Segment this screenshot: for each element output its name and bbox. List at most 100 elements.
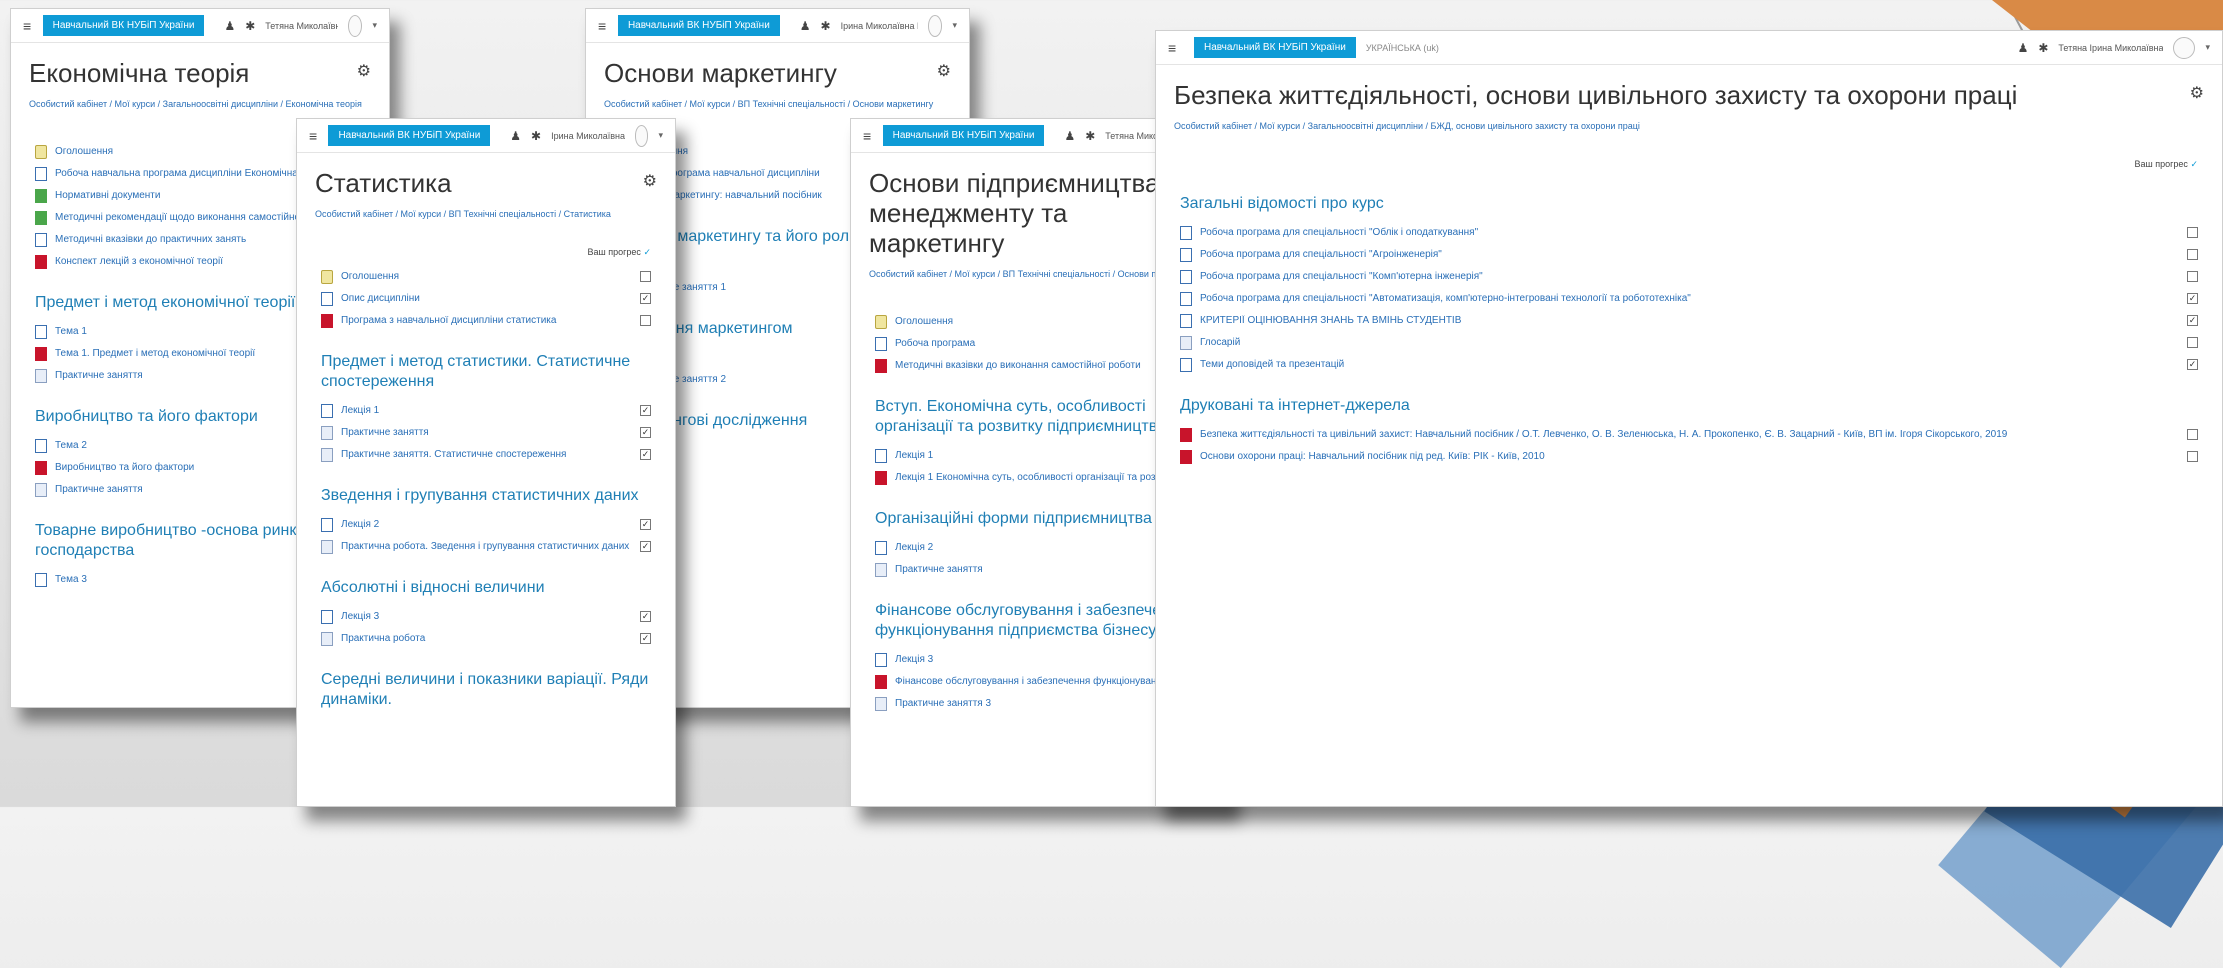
bell-icon[interactable]: ♟ [1064,129,1075,143]
section-title[interactable]: Загальні відомості про курс [1180,194,2198,214]
chevron-down-icon[interactable]: ▾ [658,130,663,141]
info-icon[interactable]: ✓ [643,247,651,257]
hamburger-icon[interactable]: ≡ [23,18,33,34]
hamburger-icon[interactable]: ≡ [598,18,608,34]
chevron-down-icon[interactable]: ▾ [2205,42,2210,53]
completion-checkbox[interactable] [2187,429,2198,441]
user-name[interactable]: Ірина Миколаївна Гончаренко [551,131,625,141]
info-icon[interactable]: ✓ [2190,159,2198,169]
hamburger-icon[interactable]: ≡ [309,128,318,144]
completion-checkbox[interactable]: ✓ [640,611,651,623]
activity-item[interactable]: Теми доповідей та презентацій ✓ [1180,357,2198,372]
site-brand-link[interactable]: Навчальний ВК НУБіП України [617,15,780,36]
completion-checkbox[interactable]: ✓ [640,293,651,305]
completion-checkbox[interactable] [2187,227,2198,239]
completion-checkbox[interactable] [2187,249,2198,261]
activity-link[interactable]: Опис дисципліни [341,293,632,304]
gear-icon[interactable]: ⚙ [937,61,951,81]
completion-checkbox[interactable] [2187,337,2198,349]
completion-checkbox[interactable]: ✓ [2187,359,2198,371]
completion-checkbox[interactable]: ✓ [640,633,651,645]
completion-checkbox[interactable]: ✓ [640,541,651,553]
activity-item[interactable]: Опис дисципліни ✓ [321,291,651,306]
activity-link[interactable]: Лекція 2 [341,519,632,530]
activity-item[interactable]: КРИТЕРІЇ ОЦІНЮВАННЯ ЗНАНЬ ТА ВМІНЬ СТУДЕ… [1180,313,2198,328]
activity-link[interactable]: Безпека життєдіяльності та цивільний зах… [1200,429,2179,440]
hamburger-icon[interactable]: ≡ [1168,40,1184,56]
activity-link[interactable]: Практична робота. Зведення і групування … [341,541,632,552]
site-brand-link[interactable]: Навчальний ВК НУБіП України [1194,37,1356,58]
avatar[interactable] [2173,36,2196,59]
completion-checkbox[interactable]: ✓ [2187,293,2198,305]
activity-link[interactable]: Практична робота [341,633,632,644]
chat-icon[interactable]: ✱ [531,129,541,143]
language-menu[interactable]: УКРАЇНСЬКА (uk) [1366,43,1439,53]
avatar[interactable] [928,14,943,37]
activity-link[interactable]: Глосарій [1200,337,2179,348]
section-title[interactable]: Середні величини і показники варіації. Р… [321,670,651,710]
chevron-down-icon[interactable]: ▾ [372,20,377,31]
completion-checkbox[interactable]: ✓ [640,405,651,417]
activity-link[interactable]: Практичне заняття. Статистичне спостереж… [341,449,632,460]
bell-icon[interactable]: ♟ [800,19,811,33]
user-name[interactable]: Тетяна Ірина Миколаївна [2058,43,2163,53]
completion-checkbox[interactable] [640,271,651,283]
activity-link[interactable]: Лекція 3 [341,611,632,622]
gear-icon[interactable]: ⚙ [643,171,657,191]
activity-link[interactable]: Лекція 1 [341,405,632,416]
activity-link[interactable]: Оголошення [341,271,632,282]
activity-item[interactable]: Оголошення [321,269,651,284]
gear-icon[interactable]: ⚙ [2190,83,2204,103]
activity-item[interactable]: Робоча програма для спеціальності "Автом… [1180,291,2198,306]
activity-item[interactable]: Лекція 3 ✓ [321,609,651,624]
activity-item[interactable]: Практична робота ✓ [321,631,651,646]
user-name[interactable]: Тетяна Миколаївна Удовенко [265,21,338,31]
completion-checkbox[interactable]: ✓ [640,427,651,439]
section-title[interactable]: Абсолютні і відносні величини [321,578,651,598]
activity-link[interactable]: КРИТЕРІЇ ОЦІНЮВАННЯ ЗНАНЬ ТА ВМІНЬ СТУДЕ… [1200,315,2179,326]
chat-icon[interactable]: ✱ [2038,41,2048,55]
activity-item[interactable]: Практичне заняття. Статистичне спостереж… [321,447,651,462]
gear-icon[interactable]: ⚙ [357,61,371,81]
bell-icon[interactable]: ♟ [224,19,235,33]
section-title[interactable]: Друковані та інтернет-джерела [1180,396,2198,416]
activity-link[interactable]: Робоча програма для спеціальності "Автом… [1200,293,2179,304]
activity-link[interactable]: Теми доповідей та презентацій [1200,359,2179,370]
activity-item[interactable]: Робоча програма для спеціальності "Комп'… [1180,269,2198,284]
completion-checkbox[interactable]: ✓ [640,519,651,531]
activity-link[interactable]: Програма з навчальної дисципліни статист… [341,315,632,326]
activity-item[interactable]: Практичне заняття ✓ [321,425,651,440]
breadcrumb[interactable]: Особистий кабінет / Мої курси / Загально… [29,99,371,109]
bell-icon[interactable]: ♟ [2018,41,2029,55]
chevron-down-icon[interactable]: ▾ [952,20,957,31]
activity-item[interactable]: Програма з навчальної дисципліни статист… [321,313,651,328]
activity-item[interactable]: Безпека життєдіяльності та цивільний зах… [1180,427,2198,442]
completion-checkbox[interactable]: ✓ [2187,315,2198,327]
chat-icon[interactable]: ✱ [245,19,255,33]
activity-link[interactable]: Основи охорони праці: Навчальний посібни… [1200,451,2179,462]
breadcrumb[interactable]: Особистий кабінет / Мої курси / ВП Техні… [315,209,657,219]
activity-item[interactable]: Робоча програма для спеціальності "Облік… [1180,225,2198,240]
breadcrumb[interactable]: Особистий кабінет / Мої курси / Загально… [1174,121,2204,131]
activity-item[interactable]: Основи охорони праці: Навчальний посібни… [1180,449,2198,464]
activity-link[interactable]: Робоча програма для спеціальності "Агроі… [1200,249,2179,260]
activity-item[interactable]: Практична робота. Зведення і групування … [321,539,651,554]
section-title[interactable]: Предмет і метод статистики. Статистичне … [321,352,651,392]
section-title[interactable]: Зведення і групування статистичних даних [321,486,651,506]
avatar[interactable] [348,14,363,37]
bell-icon[interactable]: ♟ [510,129,521,143]
avatar[interactable] [634,124,649,147]
hamburger-icon[interactable]: ≡ [863,128,873,144]
activity-link[interactable]: Практичне заняття [341,427,632,438]
activity-item[interactable]: Лекція 2 ✓ [321,517,651,532]
chat-icon[interactable]: ✱ [821,19,831,33]
user-name[interactable]: Ірина Миколаївна Гончаренко [841,21,918,31]
activity-item[interactable]: Глосарій [1180,335,2198,350]
breadcrumb[interactable]: Особистий кабінет / Мої курси / ВП Техні… [604,99,951,109]
site-brand-link[interactable]: Навчальний ВК НУБіП України [882,125,1045,146]
chat-icon[interactable]: ✱ [1085,129,1095,143]
completion-checkbox[interactable] [2187,451,2198,463]
completion-checkbox[interactable]: ✓ [640,449,651,461]
activity-item[interactable]: Лекція 1 ✓ [321,403,651,418]
site-brand-link[interactable]: Навчальний ВК НУБіП України [328,125,491,146]
